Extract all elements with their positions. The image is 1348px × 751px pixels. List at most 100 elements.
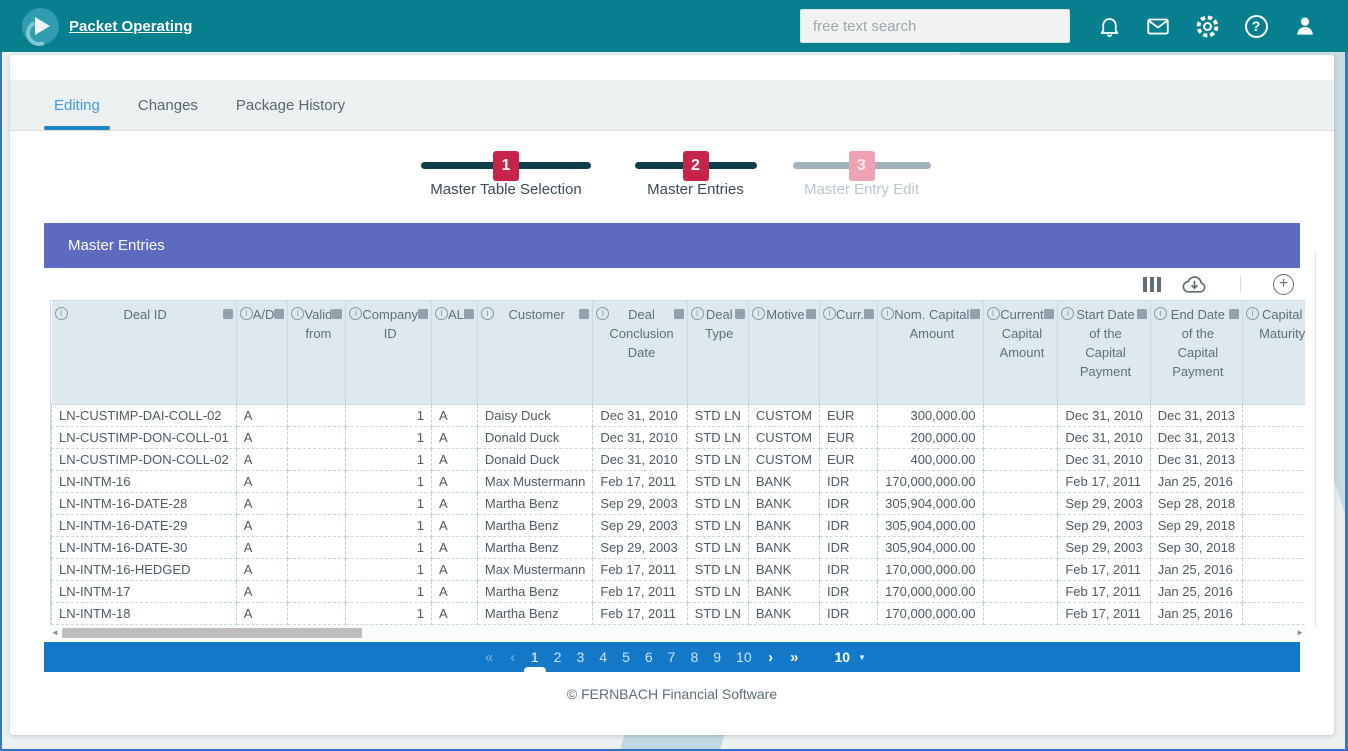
- filter-icon[interactable]: [1229, 309, 1239, 319]
- tab-editing[interactable]: Editing: [54, 80, 100, 130]
- info-icon[interactable]: i: [435, 307, 448, 320]
- column-header-motive[interactable]: iMotive: [748, 301, 819, 405]
- last-page-button[interactable]: »: [783, 649, 804, 666]
- table-row[interactable]: LN-INTM-16-DATE-30A1AMartha BenzSep 29, …: [52, 537, 1306, 559]
- page-button-3[interactable]: 3: [571, 642, 590, 672]
- gear-icon[interactable]: [1192, 11, 1222, 41]
- scroll-right-arrow-icon[interactable]: ►: [1295, 625, 1305, 640]
- table-row[interactable]: LN-CUSTIMP-DON-COLL-02A1ADonald DuckDec …: [52, 449, 1306, 471]
- page-button-6[interactable]: 6: [639, 642, 658, 672]
- page-button-10[interactable]: 10: [731, 642, 758, 672]
- cell: Martha Benz: [477, 537, 592, 559]
- next-page-button[interactable]: ›: [761, 649, 779, 666]
- step-2[interactable]: 2Master Entries: [620, 148, 772, 198]
- user-icon[interactable]: [1290, 11, 1320, 41]
- page-size-select[interactable]: 10▼: [834, 649, 866, 665]
- column-header-valid-from[interactable]: iValid from: [288, 301, 346, 405]
- column-header-deal-id[interactable]: iDeal ID: [52, 301, 237, 405]
- table-row[interactable]: LN-INTM-16-HEDGEDA1AMax MustermannFeb 17…: [52, 559, 1306, 581]
- filter-icon[interactable]: [1044, 309, 1054, 319]
- info-icon[interactable]: i: [987, 307, 1000, 320]
- page-button-5[interactable]: 5: [617, 642, 636, 672]
- info-icon[interactable]: i: [1061, 307, 1074, 320]
- info-icon[interactable]: i: [481, 307, 494, 320]
- columns-icon[interactable]: [1143, 277, 1162, 292]
- cell: IDR: [820, 603, 878, 625]
- table-row[interactable]: LN-INTM-16-DATE-29A1AMartha BenzSep 29, …: [52, 515, 1306, 537]
- search-input[interactable]: [800, 9, 1070, 43]
- page-button-8[interactable]: 8: [685, 642, 704, 672]
- mail-icon[interactable]: [1143, 11, 1173, 41]
- horizontal-scrollbar[interactable]: ◄ ►: [50, 625, 1305, 640]
- bell-icon[interactable]: [1094, 11, 1124, 41]
- tab-changes[interactable]: Changes: [138, 80, 198, 130]
- add-icon[interactable]: +: [1273, 274, 1294, 295]
- filter-icon[interactable]: [579, 309, 589, 319]
- table-row[interactable]: LN-INTM-16-DATE-28A1AMartha BenzSep 29, …: [52, 493, 1306, 515]
- scrollbar-thumb[interactable]: [62, 628, 362, 638]
- cloud-download-icon[interactable]: [1181, 272, 1208, 296]
- filter-icon[interactable]: [735, 309, 745, 319]
- column-header-al[interactable]: iAL: [432, 301, 478, 405]
- app-logo-icon[interactable]: [22, 8, 59, 45]
- column-header-end-date-of-the-capital-payment[interactable]: iEnd Date of the Capital Payment: [1150, 301, 1242, 405]
- scroll-left-arrow-icon[interactable]: ◄: [50, 625, 60, 640]
- filter-icon[interactable]: [806, 309, 816, 319]
- info-icon[interactable]: i: [291, 307, 304, 320]
- cell: 1: [346, 471, 432, 493]
- column-header-customer[interactable]: iCustomer: [477, 301, 592, 405]
- info-icon[interactable]: i: [596, 307, 609, 320]
- cell: 1: [346, 603, 432, 625]
- info-icon[interactable]: i: [1246, 307, 1259, 320]
- info-icon[interactable]: i: [752, 307, 765, 320]
- column-header-curr[interactable]: iCurr.: [820, 301, 878, 405]
- table-row[interactable]: LN-CUSTIMP-DON-COLL-01A1ADonald DuckDec …: [52, 427, 1306, 449]
- info-icon[interactable]: i: [691, 307, 704, 320]
- page-button-9[interactable]: 9: [708, 642, 727, 672]
- info-icon[interactable]: i: [1154, 307, 1167, 320]
- column-label: Nom. Capital Amount: [894, 306, 969, 344]
- info-icon[interactable]: i: [823, 307, 836, 320]
- filter-icon[interactable]: [1137, 309, 1147, 319]
- column-header-start-date-of-the-capital-payment[interactable]: iStart Date of the Capital Payment: [1058, 301, 1150, 405]
- info-icon[interactable]: i: [881, 307, 894, 320]
- app-title-link[interactable]: Packet Operating: [69, 18, 192, 35]
- filter-icon[interactable]: [418, 309, 428, 319]
- filter-icon[interactable]: [223, 309, 233, 319]
- table-row[interactable]: LN-INTM-18A1AMartha BenzFeb 17, 2011STD …: [52, 603, 1306, 625]
- cell: BANK: [748, 493, 819, 515]
- column-header-deal-conclusion-date[interactable]: iDeal Conclusion Date: [593, 301, 687, 405]
- table-row[interactable]: LN-INTM-17A1AMartha BenzFeb 17, 2011STD …: [52, 581, 1306, 603]
- info-icon[interactable]: i: [55, 307, 68, 320]
- info-icon[interactable]: i: [240, 307, 253, 320]
- page-button-7[interactable]: 7: [662, 642, 681, 672]
- tab-package-history[interactable]: Package History: [236, 80, 345, 130]
- cell: Feb 17, 2011: [1058, 581, 1150, 603]
- page-button-2[interactable]: 2: [548, 642, 567, 672]
- step-3[interactable]: 3Master Entry Edit: [778, 148, 946, 198]
- column-header-company-id[interactable]: iCompany ID: [346, 301, 432, 405]
- info-icon[interactable]: i: [349, 307, 362, 320]
- column-header-deal-type[interactable]: iDeal Type: [687, 301, 748, 405]
- table-row[interactable]: LN-INTM-16A1AMax MustermannFeb 17, 2011S…: [52, 471, 1306, 493]
- cell: BANK: [748, 515, 819, 537]
- help-icon[interactable]: ?: [1241, 11, 1271, 41]
- filter-icon[interactable]: [332, 309, 342, 319]
- filter-icon[interactable]: [274, 309, 284, 319]
- column-header-a-d[interactable]: iA/D: [236, 301, 288, 405]
- filter-icon[interactable]: [864, 309, 874, 319]
- filter-icon[interactable]: [464, 309, 474, 319]
- previous-page-button[interactable]: ‹: [503, 649, 521, 666]
- cell: 170,000,000.00: [878, 603, 983, 625]
- filter-icon[interactable]: [970, 309, 980, 319]
- tab-bar: Editing Changes Package History: [10, 80, 1334, 131]
- filter-icon[interactable]: [674, 309, 684, 319]
- column-header-nom-capital-amount[interactable]: iNom. Capital Amount: [878, 301, 983, 405]
- first-page-button[interactable]: «: [478, 649, 499, 666]
- step-1[interactable]: 1Master Table Selection: [399, 148, 614, 198]
- table-row[interactable]: LN-CUSTIMP-DAI-COLL-02A1ADaisy DuckDec 3…: [52, 405, 1306, 427]
- column-header-capital-maturity[interactable]: iCapital Maturity: [1243, 301, 1305, 405]
- page-button-1[interactable]: 1: [525, 642, 544, 672]
- column-header-current-capital-amount[interactable]: iCurrent Capital Amount: [983, 301, 1058, 405]
- page-button-4[interactable]: 4: [594, 642, 613, 672]
